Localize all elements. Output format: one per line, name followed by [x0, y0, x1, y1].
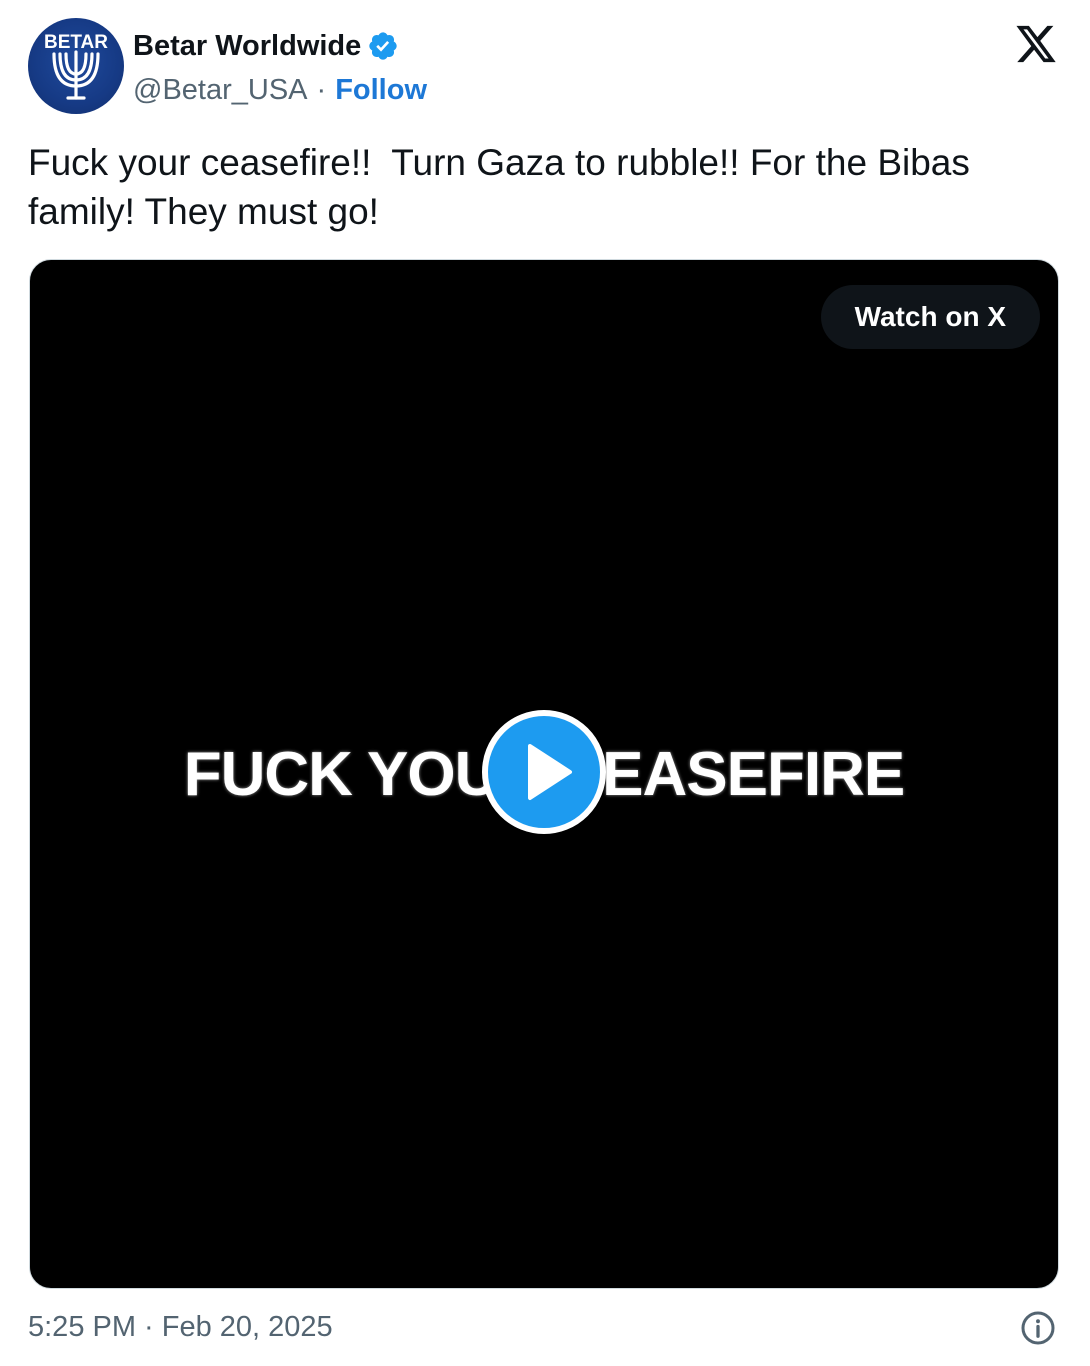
video-player[interactable]: Watch on X FUCK YOUR CEASEFIRE [29, 259, 1059, 1289]
verified-badge-icon [369, 32, 397, 60]
play-button[interactable] [482, 710, 606, 834]
author-handle[interactable]: @Betar_USA [133, 72, 308, 108]
info-icon[interactable] [1020, 1310, 1056, 1346]
avatar-text: BETAR [44, 32, 108, 53]
tweet-timestamp[interactable]: 5:25 PM · Feb 20, 2025 [28, 1309, 333, 1345]
follow-button[interactable]: Follow [335, 72, 427, 108]
watch-on-x-button[interactable]: Watch on X [820, 285, 1040, 349]
separator-dot: · [316, 74, 327, 106]
play-icon [528, 744, 572, 800]
author-display-name[interactable]: Betar Worldwide [133, 28, 361, 64]
author-handle-row: @Betar_USA · Follow [133, 72, 427, 108]
menorah-logo-icon: BETAR [44, 32, 108, 100]
avatar[interactable]: BETAR [28, 18, 124, 114]
x-logo-icon[interactable] [1014, 24, 1058, 64]
tweet-card: BETAR Betar Worldwide @Betar_USA · Follo… [0, 0, 1090, 1366]
tweet-text: Fuck your ceasefire!! Turn Gaza to rubbl… [28, 142, 981, 232]
author-name-row: Betar Worldwide [133, 28, 399, 64]
